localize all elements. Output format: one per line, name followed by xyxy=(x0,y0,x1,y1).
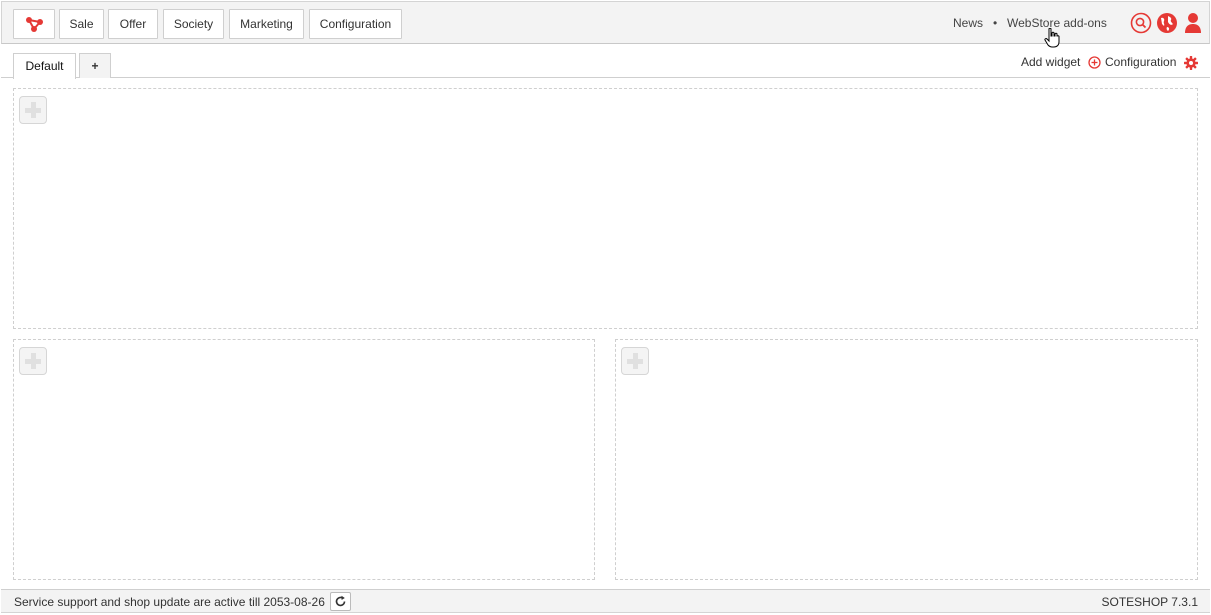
hand-cursor-icon xyxy=(1044,27,1060,51)
add-widget-plus-icon[interactable] xyxy=(19,347,47,375)
logo-button[interactable] xyxy=(13,9,55,39)
add-widget-plus-icon[interactable] xyxy=(621,347,649,375)
add-circle-icon[interactable] xyxy=(1088,56,1101,72)
refresh-icon xyxy=(335,595,346,607)
nav-sale-button[interactable]: Sale xyxy=(59,9,104,39)
support-status-text: Service support and shop update are acti… xyxy=(14,595,325,609)
nav-marketing-button[interactable]: Marketing xyxy=(229,9,304,39)
user-icon[interactable] xyxy=(1182,12,1204,34)
nav-society-button[interactable]: Society xyxy=(163,9,224,39)
top-navigation-bar: Sale Offer Society Marketing Configurati… xyxy=(1,1,1210,44)
nav-offer-button[interactable]: Offer xyxy=(108,9,158,39)
add-widget-link[interactable]: Add widget xyxy=(1021,55,1080,69)
gear-icon[interactable] xyxy=(1184,56,1198,73)
add-widget-plus-icon[interactable] xyxy=(19,96,47,124)
version-label: SOTESHOP 7.3.1 xyxy=(1101,595,1199,609)
link-separator: • xyxy=(993,16,998,30)
news-link[interactable]: News xyxy=(953,16,983,30)
widget-area-bottom-right xyxy=(615,339,1198,580)
widget-area-top xyxy=(13,88,1198,329)
search-icon[interactable] xyxy=(1130,12,1152,34)
refresh-button[interactable] xyxy=(330,592,351,611)
nav-configuration-button[interactable]: Configuration xyxy=(309,9,402,39)
globe-icon[interactable] xyxy=(1156,12,1178,34)
configuration-link[interactable]: Configuration xyxy=(1105,55,1176,69)
tab-default[interactable]: Default xyxy=(13,53,76,79)
add-tab-button[interactable]: + xyxy=(79,53,111,78)
widget-area-bottom-left xyxy=(13,339,595,580)
dashboard-tab-bar: Default + Add widget Configuration xyxy=(1,44,1210,79)
share-nodes-logo-icon xyxy=(26,17,43,32)
status-footer: Service support and shop update are acti… xyxy=(1,589,1210,613)
